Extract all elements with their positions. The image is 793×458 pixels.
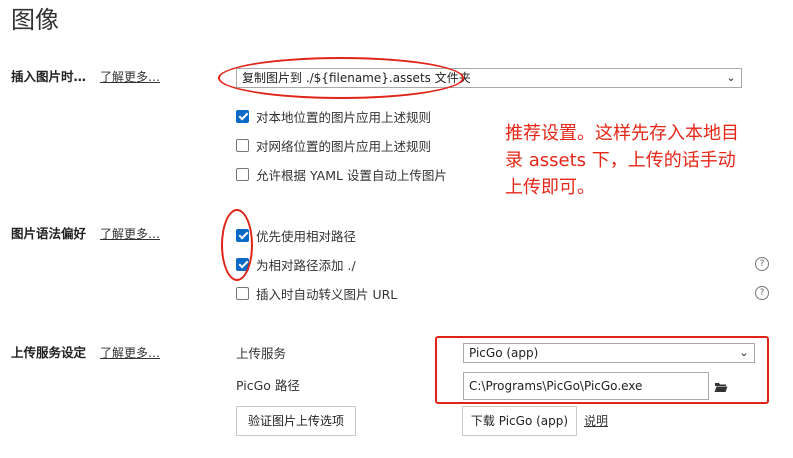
option-apply-local-label: 对本地位置的图片应用上述规则 — [256, 109, 432, 125]
upload-service-field-label: 上传服务 — [236, 346, 287, 361]
annotation-text: 推荐设置。这样先存入本地目 录 assets 下，上传的话手动 上传即可。 — [505, 120, 739, 201]
annotation-line-1: 推荐设置。这样先存入本地目 — [505, 123, 739, 144]
option-prefer-relative[interactable]: 优先使用相对路径 — [236, 225, 356, 245]
option-yaml-upload[interactable]: 允许根据 YAML 设置自动上传图片 — [236, 164, 447, 184]
option-apply-network-label: 对网络位置的图片应用上述规则 — [256, 138, 432, 154]
option-add-dot-slash-label: 为相对路径添加 ./ — [256, 257, 356, 273]
image-syntax-label: 图片语法偏好 — [11, 226, 87, 241]
help-icon[interactable]: ? — [755, 257, 769, 271]
checkbox-apply-network[interactable] — [236, 138, 249, 152]
highlight-ellipse-checkboxes — [221, 209, 253, 281]
annotation-line-2: 录 assets 下，上传的话手动 — [505, 150, 736, 171]
highlight-rect-upload — [435, 336, 769, 404]
upload-service-label: 上传服务设定 — [11, 345, 87, 360]
option-escape-url[interactable]: 插入时自动转义图片 URL — [236, 283, 397, 303]
checkbox-yaml-upload[interactable] — [236, 167, 249, 181]
explain-link[interactable]: 说明 — [584, 412, 608, 430]
option-apply-network[interactable]: 对网络位置的图片应用上述规则 — [236, 135, 431, 155]
download-picgo-button[interactable]: 下载 PicGo (app) — [462, 406, 577, 436]
picgo-path-label: PicGo 路径 — [236, 378, 300, 393]
insert-image-label: 插入图片时… — [11, 69, 87, 84]
chevron-down-icon: ⌄ — [726, 71, 736, 84]
upload-learn-more-link[interactable]: 了解更多… — [100, 344, 160, 362]
option-apply-local[interactable]: 对本地位置的图片应用上述规则 — [236, 106, 431, 126]
checkbox-apply-local[interactable] — [236, 109, 249, 123]
highlight-ellipse-dropdown — [218, 57, 464, 99]
verify-upload-button[interactable]: 验证图片上传选项 — [236, 406, 356, 436]
syntax-learn-more-link[interactable]: 了解更多… — [100, 225, 160, 243]
option-escape-url-label: 插入时自动转义图片 URL — [256, 286, 398, 302]
annotation-line-3: 上传即可。 — [505, 177, 595, 198]
option-yaml-upload-label: 允许根据 YAML 设置自动上传图片 — [256, 167, 447, 183]
option-prefer-relative-label: 优先使用相对路径 — [256, 228, 357, 244]
insert-learn-more-link[interactable]: 了解更多… — [100, 68, 160, 86]
page-title: 图像 — [11, 6, 59, 34]
checkbox-escape-url[interactable] — [236, 286, 249, 300]
option-add-dot-slash[interactable]: 为相对路径添加 ./ — [236, 254, 356, 274]
help-icon[interactable]: ? — [755, 286, 769, 300]
